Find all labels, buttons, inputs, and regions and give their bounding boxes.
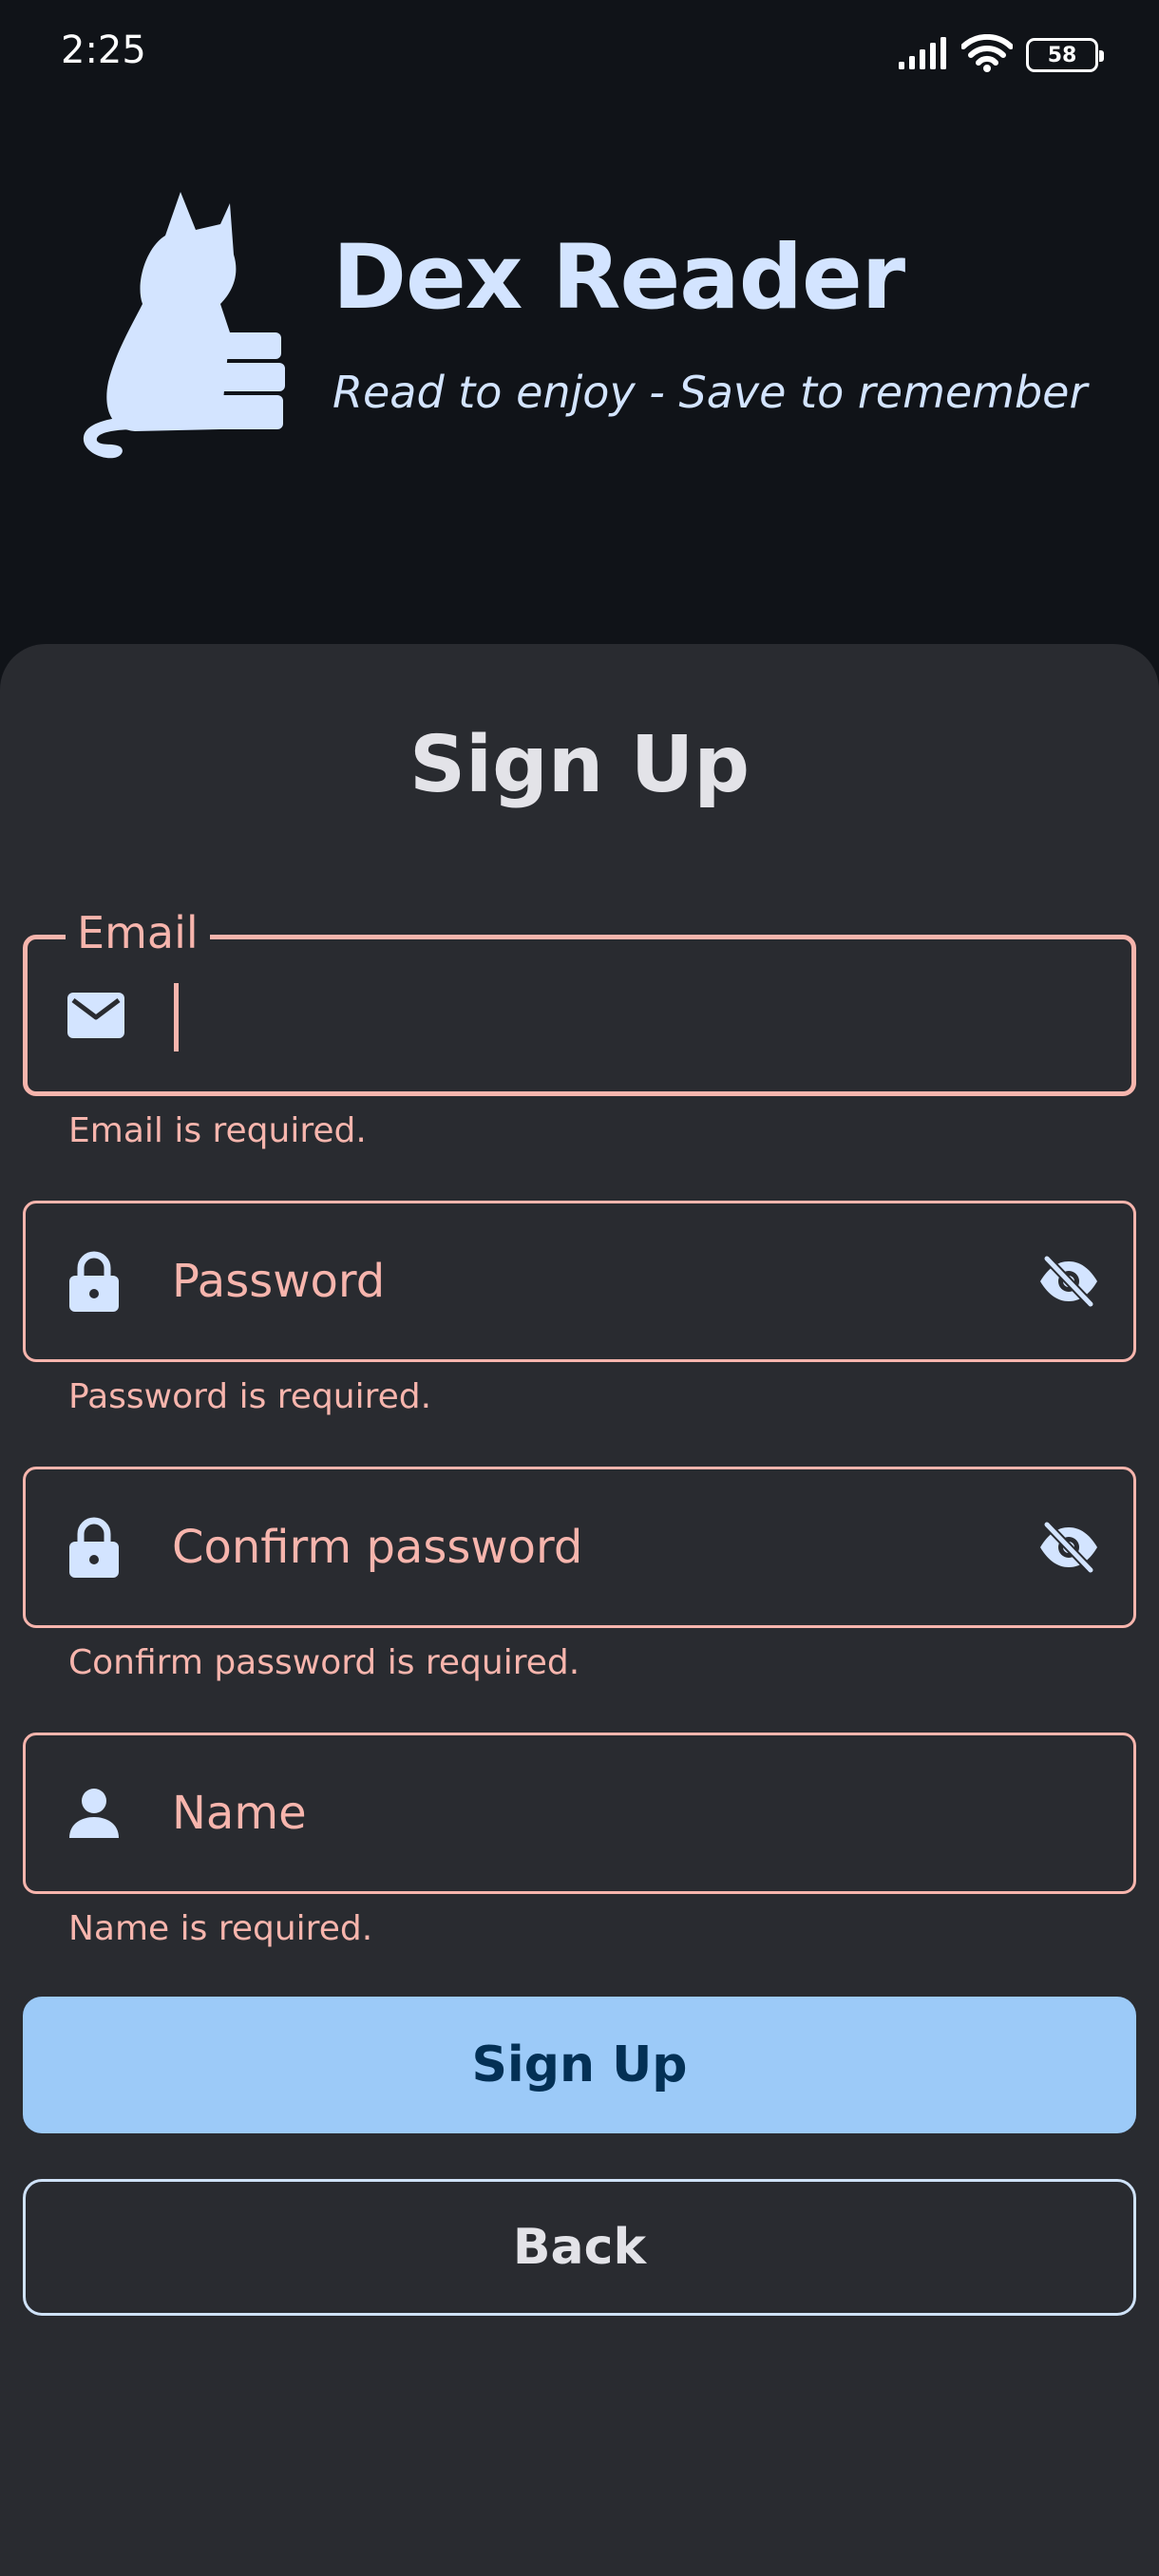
name-placeholder: Name <box>172 1787 307 1840</box>
battery-icon: 58 <box>1026 38 1104 72</box>
back-button[interactable]: Back <box>23 2179 1136 2316</box>
app-title: Dex Reader <box>332 226 905 330</box>
lock-icon <box>64 1251 124 1312</box>
signup-sheet: Sign Up Email Email is required. Passwor… <box>0 644 1159 2576</box>
lock-icon <box>64 1517 124 1578</box>
page-title: Sign Up <box>408 720 750 810</box>
signal-icon <box>899 37 948 73</box>
app-header: Dex Reader Read to enjoy - Save to remem… <box>0 104 1159 646</box>
person-icon <box>64 1783 124 1844</box>
app-tagline: Read to enjoy - Save to remember <box>332 367 1088 418</box>
status-bar: 2:25 58 <box>0 0 1159 104</box>
password-field[interactable]: Password <box>23 1201 1136 1362</box>
status-icons: 58 <box>899 33 1104 76</box>
confirm-password-field[interactable]: Confirm password <box>23 1467 1136 1628</box>
visibility-off-icon[interactable] <box>1035 1513 1103 1582</box>
email-label: Email <box>66 907 210 958</box>
battery-level: 58 <box>1047 43 1077 67</box>
password-placeholder: Password <box>172 1255 386 1308</box>
signup-button[interactable]: Sign Up <box>23 1997 1136 2133</box>
email-field[interactable]: Email <box>23 907 1136 1096</box>
name-field[interactable]: Name <box>23 1733 1136 1894</box>
visibility-off-icon[interactable] <box>1035 1247 1103 1316</box>
wifi-icon <box>960 33 1014 76</box>
confirm-password-error: Confirm password is required. <box>68 1643 580 1682</box>
name-error: Name is required. <box>68 1909 373 1948</box>
text-cursor <box>174 983 179 1051</box>
password-error: Password is required. <box>68 1377 432 1416</box>
confirm-password-placeholder: Confirm password <box>172 1521 583 1574</box>
email-error: Email is required. <box>68 1111 367 1150</box>
cat-logo-icon <box>78 192 306 463</box>
status-time: 2:25 <box>61 28 146 72</box>
mail-icon <box>66 985 126 1046</box>
